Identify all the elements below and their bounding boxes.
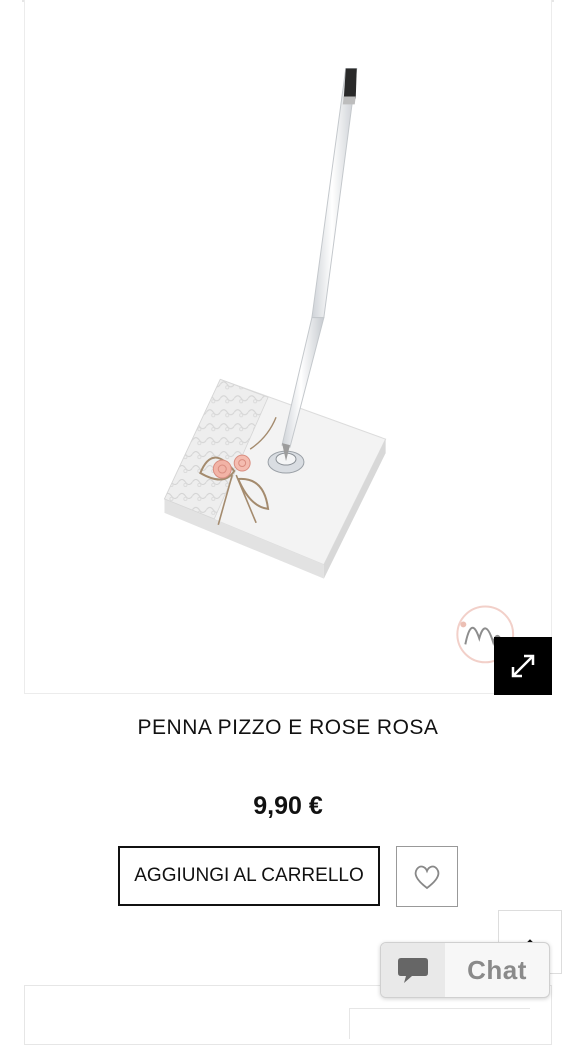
expand-icon (511, 654, 535, 678)
speech-bubble-icon (398, 958, 428, 983)
chat-label: Chat (467, 954, 527, 985)
add-to-wishlist-button[interactable] (396, 846, 458, 907)
chat-widget-button[interactable]: Chat (380, 942, 550, 998)
product-image-card[interactable] (24, 0, 552, 694)
add-to-cart-button[interactable]: AGGIUNGI AL CARRELLO (118, 846, 380, 906)
chat-icon-container (381, 943, 445, 997)
add-to-cart-label: AGGIUNGI AL CARRELLO (134, 865, 364, 886)
product-price: 9,90 € (253, 792, 323, 820)
product-title: PENNA PIZZO E ROSE ROSA (137, 716, 439, 739)
product-image[interactable] (25, 0, 551, 693)
heart-icon (414, 865, 440, 889)
expand-image-button[interactable] (494, 637, 552, 695)
